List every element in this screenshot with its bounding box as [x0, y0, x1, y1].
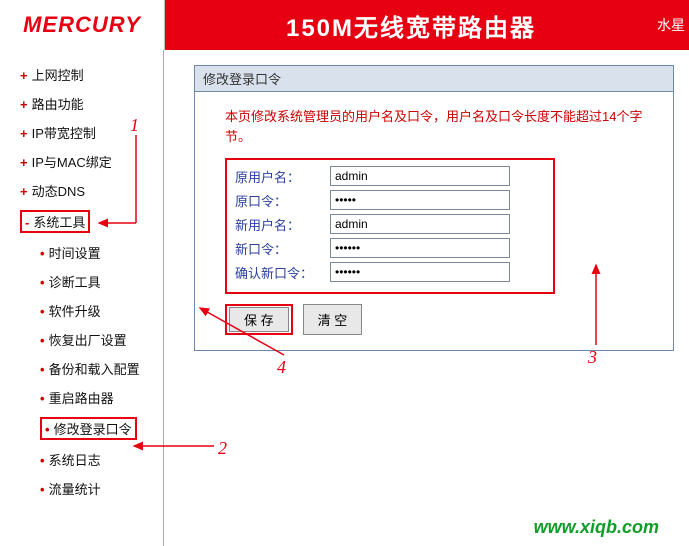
nav-上网控制[interactable]: +上网控制 [0, 60, 163, 89]
input-new-user[interactable] [330, 214, 510, 234]
nav-恢复出厂设置[interactable]: •恢复出厂设置 [0, 325, 163, 354]
bullet-icon: • [40, 453, 45, 468]
annotation-3: 3 [588, 347, 597, 368]
watermark: www.xiqb.com [534, 517, 659, 538]
row-old-pass: 原口令： [235, 190, 545, 210]
input-old-pass[interactable] [330, 190, 510, 210]
nav-动态dns[interactable]: +动态DNS [0, 176, 163, 205]
row-new-pass: 新口令： [235, 238, 545, 258]
sidebar: +上网控制 +路由功能 +IP带宽控制 +IP与MAC绑定 +动态DNS -系统… [0, 50, 164, 546]
main: 修改登录口令 本页修改系统管理员的用户名及口令，用户名及口令长度不能超过14个字… [164, 50, 689, 546]
nav-系统日志[interactable]: •系统日志 [0, 445, 163, 474]
row-confirm: 确认新口令： [235, 262, 545, 282]
body: +上网控制 +路由功能 +IP带宽控制 +IP与MAC绑定 +动态DNS -系统… [0, 50, 689, 546]
logo: MERCURY [0, 0, 165, 50]
brand-text: 水星 [657, 15, 685, 35]
bullet-icon: • [40, 482, 45, 497]
annotation-1: 1 [130, 115, 139, 136]
nav-系统工具[interactable]: -系统工具 [0, 205, 163, 238]
nav-ip与mac绑定[interactable]: +IP与MAC绑定 [0, 147, 163, 176]
input-confirm[interactable] [330, 262, 510, 282]
plus-icon: + [20, 184, 28, 199]
save-highlight: 保 存 [225, 304, 293, 335]
plus-icon: + [20, 97, 28, 112]
annotation-4: 4 [277, 357, 286, 378]
save-button[interactable]: 保 存 [229, 307, 289, 332]
annotation-2: 2 [218, 438, 227, 459]
nav-流量统计[interactable]: •流量统计 [0, 474, 163, 503]
nav-重启路由器[interactable]: •重启路由器 [0, 383, 163, 412]
panel-title: 修改登录口令 [195, 66, 673, 92]
bullet-icon: • [40, 362, 45, 377]
clear-button[interactable]: 清 空 [303, 304, 363, 335]
bullet-icon: • [40, 246, 45, 261]
input-new-pass[interactable] [330, 238, 510, 258]
nav-路由功能[interactable]: +路由功能 [0, 89, 163, 118]
minus-icon: - [25, 215, 29, 230]
label-old-user: 原用户名： [235, 167, 330, 186]
panel: 修改登录口令 本页修改系统管理员的用户名及口令，用户名及口令长度不能超过14个字… [194, 65, 674, 351]
nav-时间设置[interactable]: •时间设置 [0, 238, 163, 267]
row-old-user: 原用户名： [235, 166, 545, 186]
nav-诊断工具[interactable]: •诊断工具 [0, 267, 163, 296]
bullet-icon: • [45, 422, 50, 437]
label-confirm: 确认新口令： [235, 263, 330, 282]
panel-desc: 本页修改系统管理员的用户名及口令，用户名及口令长度不能超过14个字节。 [225, 107, 658, 146]
input-old-user[interactable] [330, 166, 510, 186]
header: MERCURY 150M无线宽带路由器 水星 [0, 0, 689, 50]
nav-软件升级[interactable]: •软件升级 [0, 296, 163, 325]
plus-icon: + [20, 68, 28, 83]
page-title: 150M无线宽带路由器 [165, 8, 657, 43]
bullet-icon: • [40, 304, 45, 319]
button-row: 保 存 清 空 [225, 304, 658, 335]
nav-备份和载入配置[interactable]: •备份和载入配置 [0, 354, 163, 383]
plus-icon: + [20, 155, 28, 170]
plus-icon: + [20, 126, 28, 141]
bullet-icon: • [40, 391, 45, 406]
bullet-icon: • [40, 275, 45, 290]
logo-text: MERCURY [23, 12, 141, 38]
row-new-user: 新用户名： [235, 214, 545, 234]
nav-修改登录口令[interactable]: •修改登录口令 [0, 412, 163, 445]
label-new-pass: 新口令： [235, 239, 330, 258]
form-highlight: 原用户名： 原口令： 新用户名： 新口令： [225, 158, 555, 294]
bullet-icon: • [40, 333, 45, 348]
label-new-user: 新用户名： [235, 215, 330, 234]
label-old-pass: 原口令： [235, 191, 330, 210]
panel-body: 本页修改系统管理员的用户名及口令，用户名及口令长度不能超过14个字节。 原用户名… [195, 92, 673, 350]
